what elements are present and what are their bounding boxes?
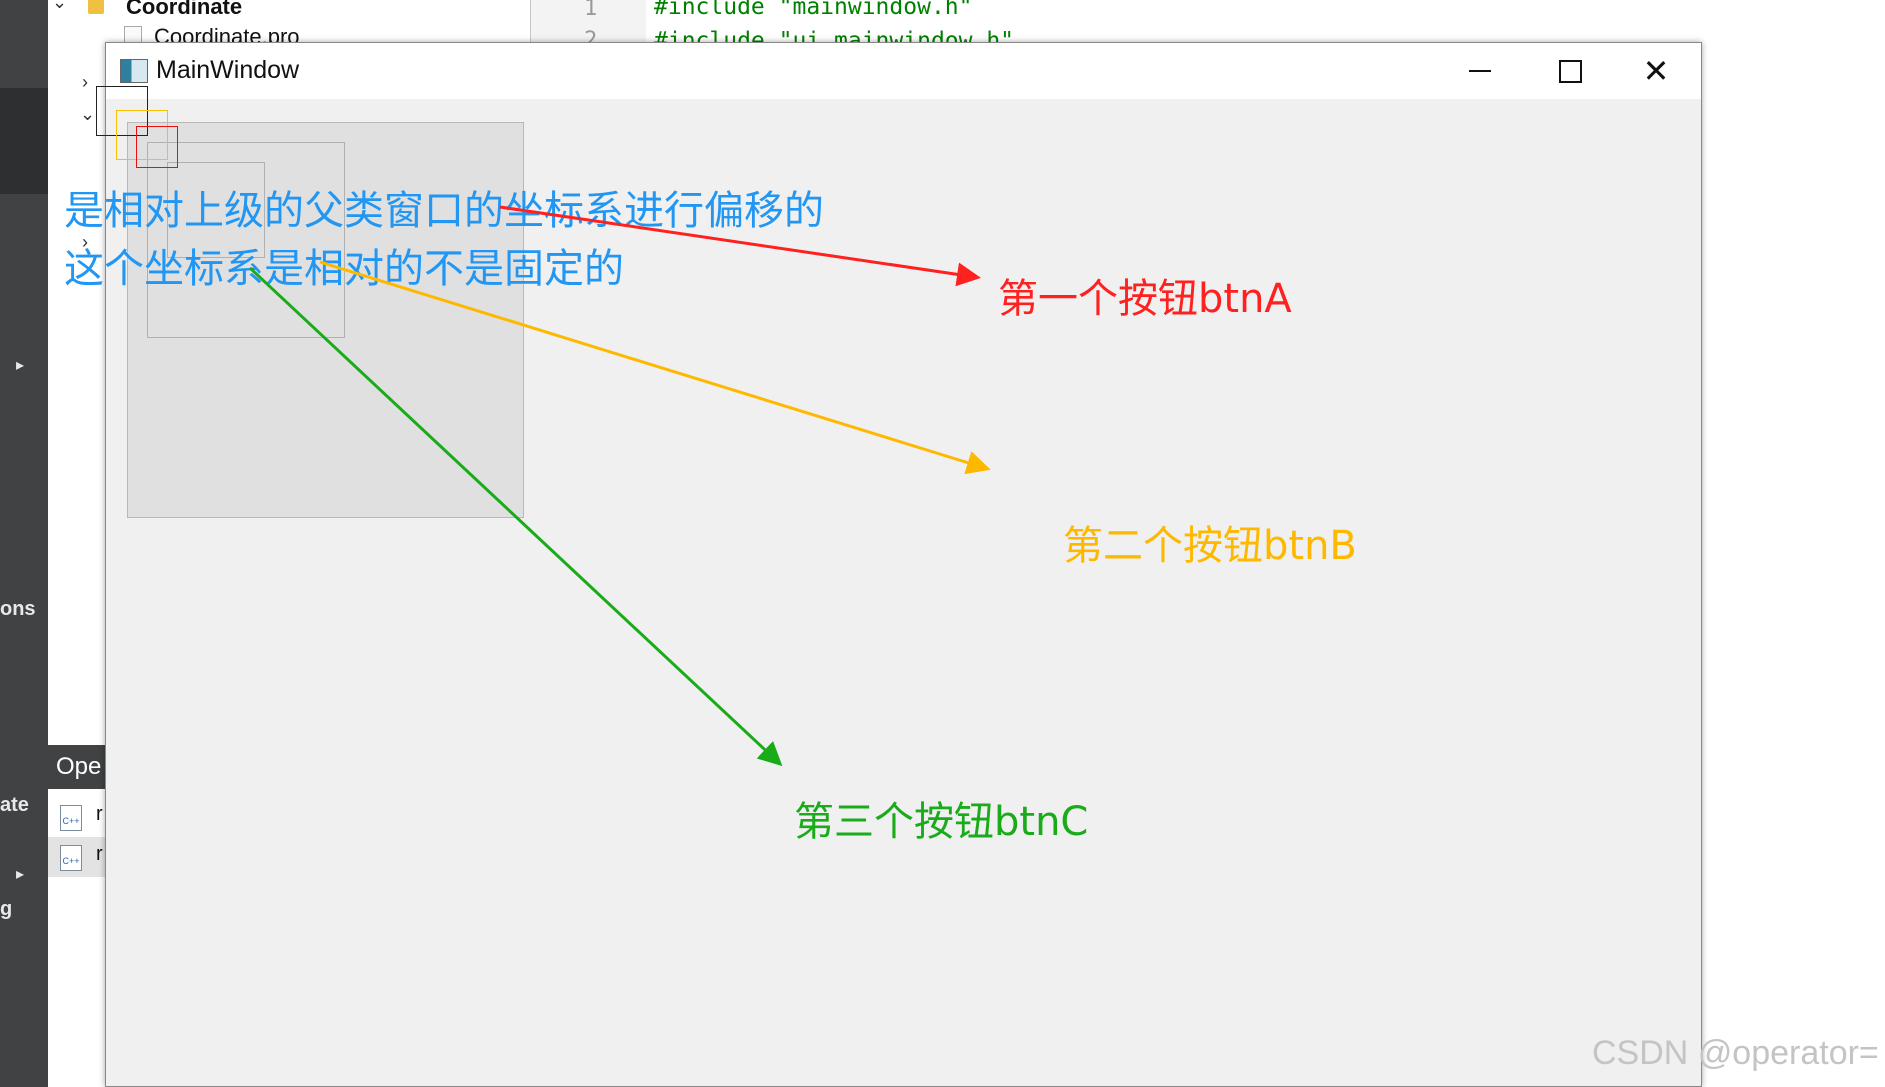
label-btnC: 第三个按钮btnC — [794, 799, 1089, 845]
label-btnB: 第二个按钮btnB — [1063, 523, 1357, 569]
expand-arrow-icon[interactable]: ▸ — [16, 864, 24, 883]
ide-mode-label-2[interactable]: ate — [0, 794, 29, 817]
ide-mode-selected[interactable] — [0, 88, 48, 194]
btnA-outline[interactable] — [136, 126, 178, 168]
chevron-down-icon[interactable]: ⌄ — [80, 104, 95, 125]
ide-mode-label-3[interactable]: g — [0, 898, 12, 921]
app-window-icon — [120, 59, 148, 83]
line-number: 1 — [584, 0, 598, 21]
minimize-button[interactable] — [1435, 43, 1525, 99]
open-documents-header: Ope — [48, 745, 106, 789]
cpp-file-icon: C++ — [60, 845, 82, 871]
close-icon: ✕ — [1642, 52, 1670, 90]
chevron-right-icon[interactable]: › — [82, 72, 88, 93]
open-doc-name: r — [96, 843, 103, 865]
annotation-line-1: 是相对上级的父类窗口的坐标系进行偏移的 — [64, 188, 824, 234]
minimize-icon — [1469, 70, 1491, 72]
close-button[interactable]: ✕ — [1611, 43, 1701, 99]
open-doc-row[interactable]: C++ r — [48, 837, 106, 877]
title-bar[interactable]: MainWindow ✕ — [106, 43, 1701, 99]
open-doc-name: r — [96, 803, 103, 825]
code-line: #include "mainwindow.h" — [654, 0, 973, 20]
maximize-icon — [1558, 59, 1582, 83]
annotation-text: 是相对上级的父类窗口的坐标系进行偏移的 这个坐标系是相对的不是固定的 — [64, 182, 824, 298]
project-name[interactable]: Coordinate — [126, 0, 242, 20]
maximize-button[interactable] — [1525, 43, 1615, 99]
expand-arrow-icon[interactable]: ▸ — [16, 355, 24, 374]
open-doc-row[interactable]: C++ r — [48, 797, 106, 837]
open-documents-panel: Ope C++ r C++ r — [48, 745, 106, 1087]
project-icon — [88, 0, 104, 14]
window-title: MainWindow — [156, 56, 300, 84]
watermark: CSDN @operator= — [1592, 1034, 1879, 1072]
ide-mode-label-1[interactable]: ons — [0, 598, 36, 621]
chevron-down-icon[interactable]: ⌄ — [52, 0, 67, 13]
cpp-file-icon: C++ — [60, 805, 82, 831]
annotation-line-2: 这个坐标系是相对的不是固定的 — [64, 246, 624, 292]
ide-mode-sidebar: ▸ ons ate ▸ g — [0, 0, 48, 1087]
label-btnA: 第一个按钮btnA — [998, 276, 1292, 322]
